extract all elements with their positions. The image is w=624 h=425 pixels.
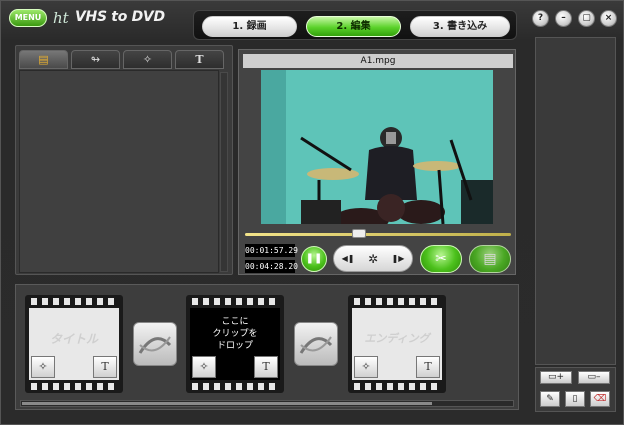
eraser-icon: ⌫	[593, 394, 607, 404]
effect-wand-icon: ✧	[142, 53, 153, 66]
tool-box: ▭+ ▭– ✎ ▯ ⌫	[535, 367, 616, 412]
save-clip-button[interactable]: ▤	[469, 245, 511, 273]
remove-track-button[interactable]: ▭–	[578, 371, 610, 384]
add-track-icon: ▭+	[547, 372, 565, 382]
scissors-icon: ✂	[435, 251, 447, 267]
tab-transitions[interactable]: ↬	[71, 50, 120, 69]
ending-text-button[interactable]: T	[416, 356, 440, 378]
maximize-button[interactable]: ▢	[578, 10, 595, 27]
tab-edit[interactable]: 2. 編集	[306, 16, 401, 37]
seek-knob[interactable]	[352, 229, 367, 238]
wand-icon: ✧	[361, 360, 371, 373]
gear-icon: ✲	[367, 252, 379, 266]
pause-icon: ❚❚	[305, 253, 323, 264]
text-icon: T	[424, 360, 432, 373]
timeline-scroll-thumb[interactable]	[22, 402, 432, 405]
film-holes-icon	[31, 383, 117, 390]
next-frame-icon: ❚▶	[391, 254, 405, 263]
current-time: 00:01:57.29	[245, 244, 298, 257]
preview-panel: A1.mpg 00:01:57.29 00:04:28.20 ❚❚ ◀❚ ✲ ❚…	[238, 49, 516, 275]
transition-icon	[299, 336, 333, 354]
transition-slot-2[interactable]	[294, 322, 338, 366]
film-holes-icon	[192, 298, 278, 305]
clip-effect-button[interactable]: ✧	[192, 356, 216, 378]
prev-frame-icon: ◀❚	[341, 254, 355, 263]
cut-button[interactable]: ✂	[420, 245, 462, 273]
settings-button[interactable]: ✲	[363, 249, 383, 269]
tab-record[interactable]: 1. 録画	[202, 16, 297, 37]
side-panel	[535, 37, 616, 365]
title-text-button[interactable]: T	[93, 356, 117, 378]
erase-button[interactable]: ⌫	[590, 391, 610, 407]
clip-frame: タイトル ✧ T	[29, 308, 119, 380]
seek-bar[interactable]	[245, 233, 511, 236]
clip-text-button[interactable]: T	[254, 356, 278, 378]
total-time: 00:04:28.20	[245, 260, 298, 273]
video-image	[261, 70, 493, 232]
storyboard-timeline: タイトル ✧ T ここに クリップを ドロップ ✧ T エンディング ✧ T	[15, 284, 519, 410]
library-list[interactable]	[19, 70, 219, 273]
drop-clip-slot[interactable]: ここに クリップを ドロップ ✧ T	[186, 295, 284, 393]
device-icon: ▯	[572, 394, 578, 404]
tab-clips[interactable]: ▤	[19, 50, 68, 69]
ending-clip-slot[interactable]: エンディング ✧ T	[348, 295, 446, 393]
ending-effect-button[interactable]: ✧	[354, 356, 378, 378]
film-holes-icon	[354, 298, 440, 305]
ending-clip-label: エンディング	[364, 332, 430, 345]
wand-icon: ✧	[38, 360, 48, 373]
transition-icon: ↬	[90, 53, 101, 66]
menu-button[interactable]: MENU	[9, 9, 47, 27]
preview-file-name: A1.mpg	[243, 54, 513, 68]
device-button[interactable]: ▯	[565, 391, 585, 407]
tab-effects[interactable]: ✧	[123, 50, 172, 69]
add-track-button[interactable]: ▭+	[540, 371, 572, 384]
film-holes-icon	[354, 383, 440, 390]
app-window: MENU ht VHS to DVD 1. 録画 2. 編集 3. 書き込み ?…	[0, 0, 624, 425]
film-holes-icon	[192, 383, 278, 390]
help-button[interactable]: ?	[532, 10, 549, 27]
pencil-icon: ✎	[546, 394, 554, 404]
pause-button[interactable]: ❚❚	[301, 246, 327, 272]
text-icon: T	[262, 360, 270, 373]
film-holes-icon	[31, 298, 117, 305]
app-title: VHS to DVD	[75, 9, 165, 25]
edit-button[interactable]: ✎	[540, 391, 560, 407]
film-save-icon: ▤	[483, 251, 497, 267]
video-frame	[261, 70, 493, 232]
clip-frame: エンディング ✧ T	[352, 308, 442, 380]
text-icon: T	[195, 53, 204, 66]
tab-burn[interactable]: 3. 書き込み	[410, 16, 510, 37]
next-frame-button[interactable]: ❚▶	[388, 249, 408, 269]
minimize-button[interactable]: –	[555, 10, 572, 27]
transition-slot-1[interactable]	[133, 322, 177, 366]
wand-icon: ✧	[199, 360, 209, 373]
timeline-scrollbar[interactable]	[20, 400, 514, 407]
title-clip-slot[interactable]: タイトル ✧ T	[25, 295, 123, 393]
title-clip-label: タイトル	[49, 332, 98, 346]
library-scrollbar[interactable]	[220, 72, 228, 272]
frame-step-group: ◀❚ ✲ ❚▶	[333, 245, 413, 272]
close-button[interactable]: ×	[600, 10, 617, 27]
remove-track-icon: ▭–	[587, 372, 601, 382]
text-icon: T	[101, 360, 109, 373]
transition-icon	[138, 336, 172, 354]
library-panel: ▤ ↬ ✧ T	[15, 45, 233, 275]
title-effect-button[interactable]: ✧	[31, 356, 55, 378]
tab-text[interactable]: T	[175, 50, 224, 69]
clip-frame: ここに クリップを ドロップ ✧ T	[190, 308, 280, 380]
step-tabs: 1. 録画 2. 編集 3. 書き込み	[193, 10, 517, 40]
drop-clip-label: ここに クリップを ドロップ	[212, 317, 258, 351]
film-strip-icon: ▤	[38, 53, 49, 66]
logo-icon: ht	[53, 9, 69, 27]
prev-frame-button[interactable]: ◀❚	[338, 249, 358, 269]
